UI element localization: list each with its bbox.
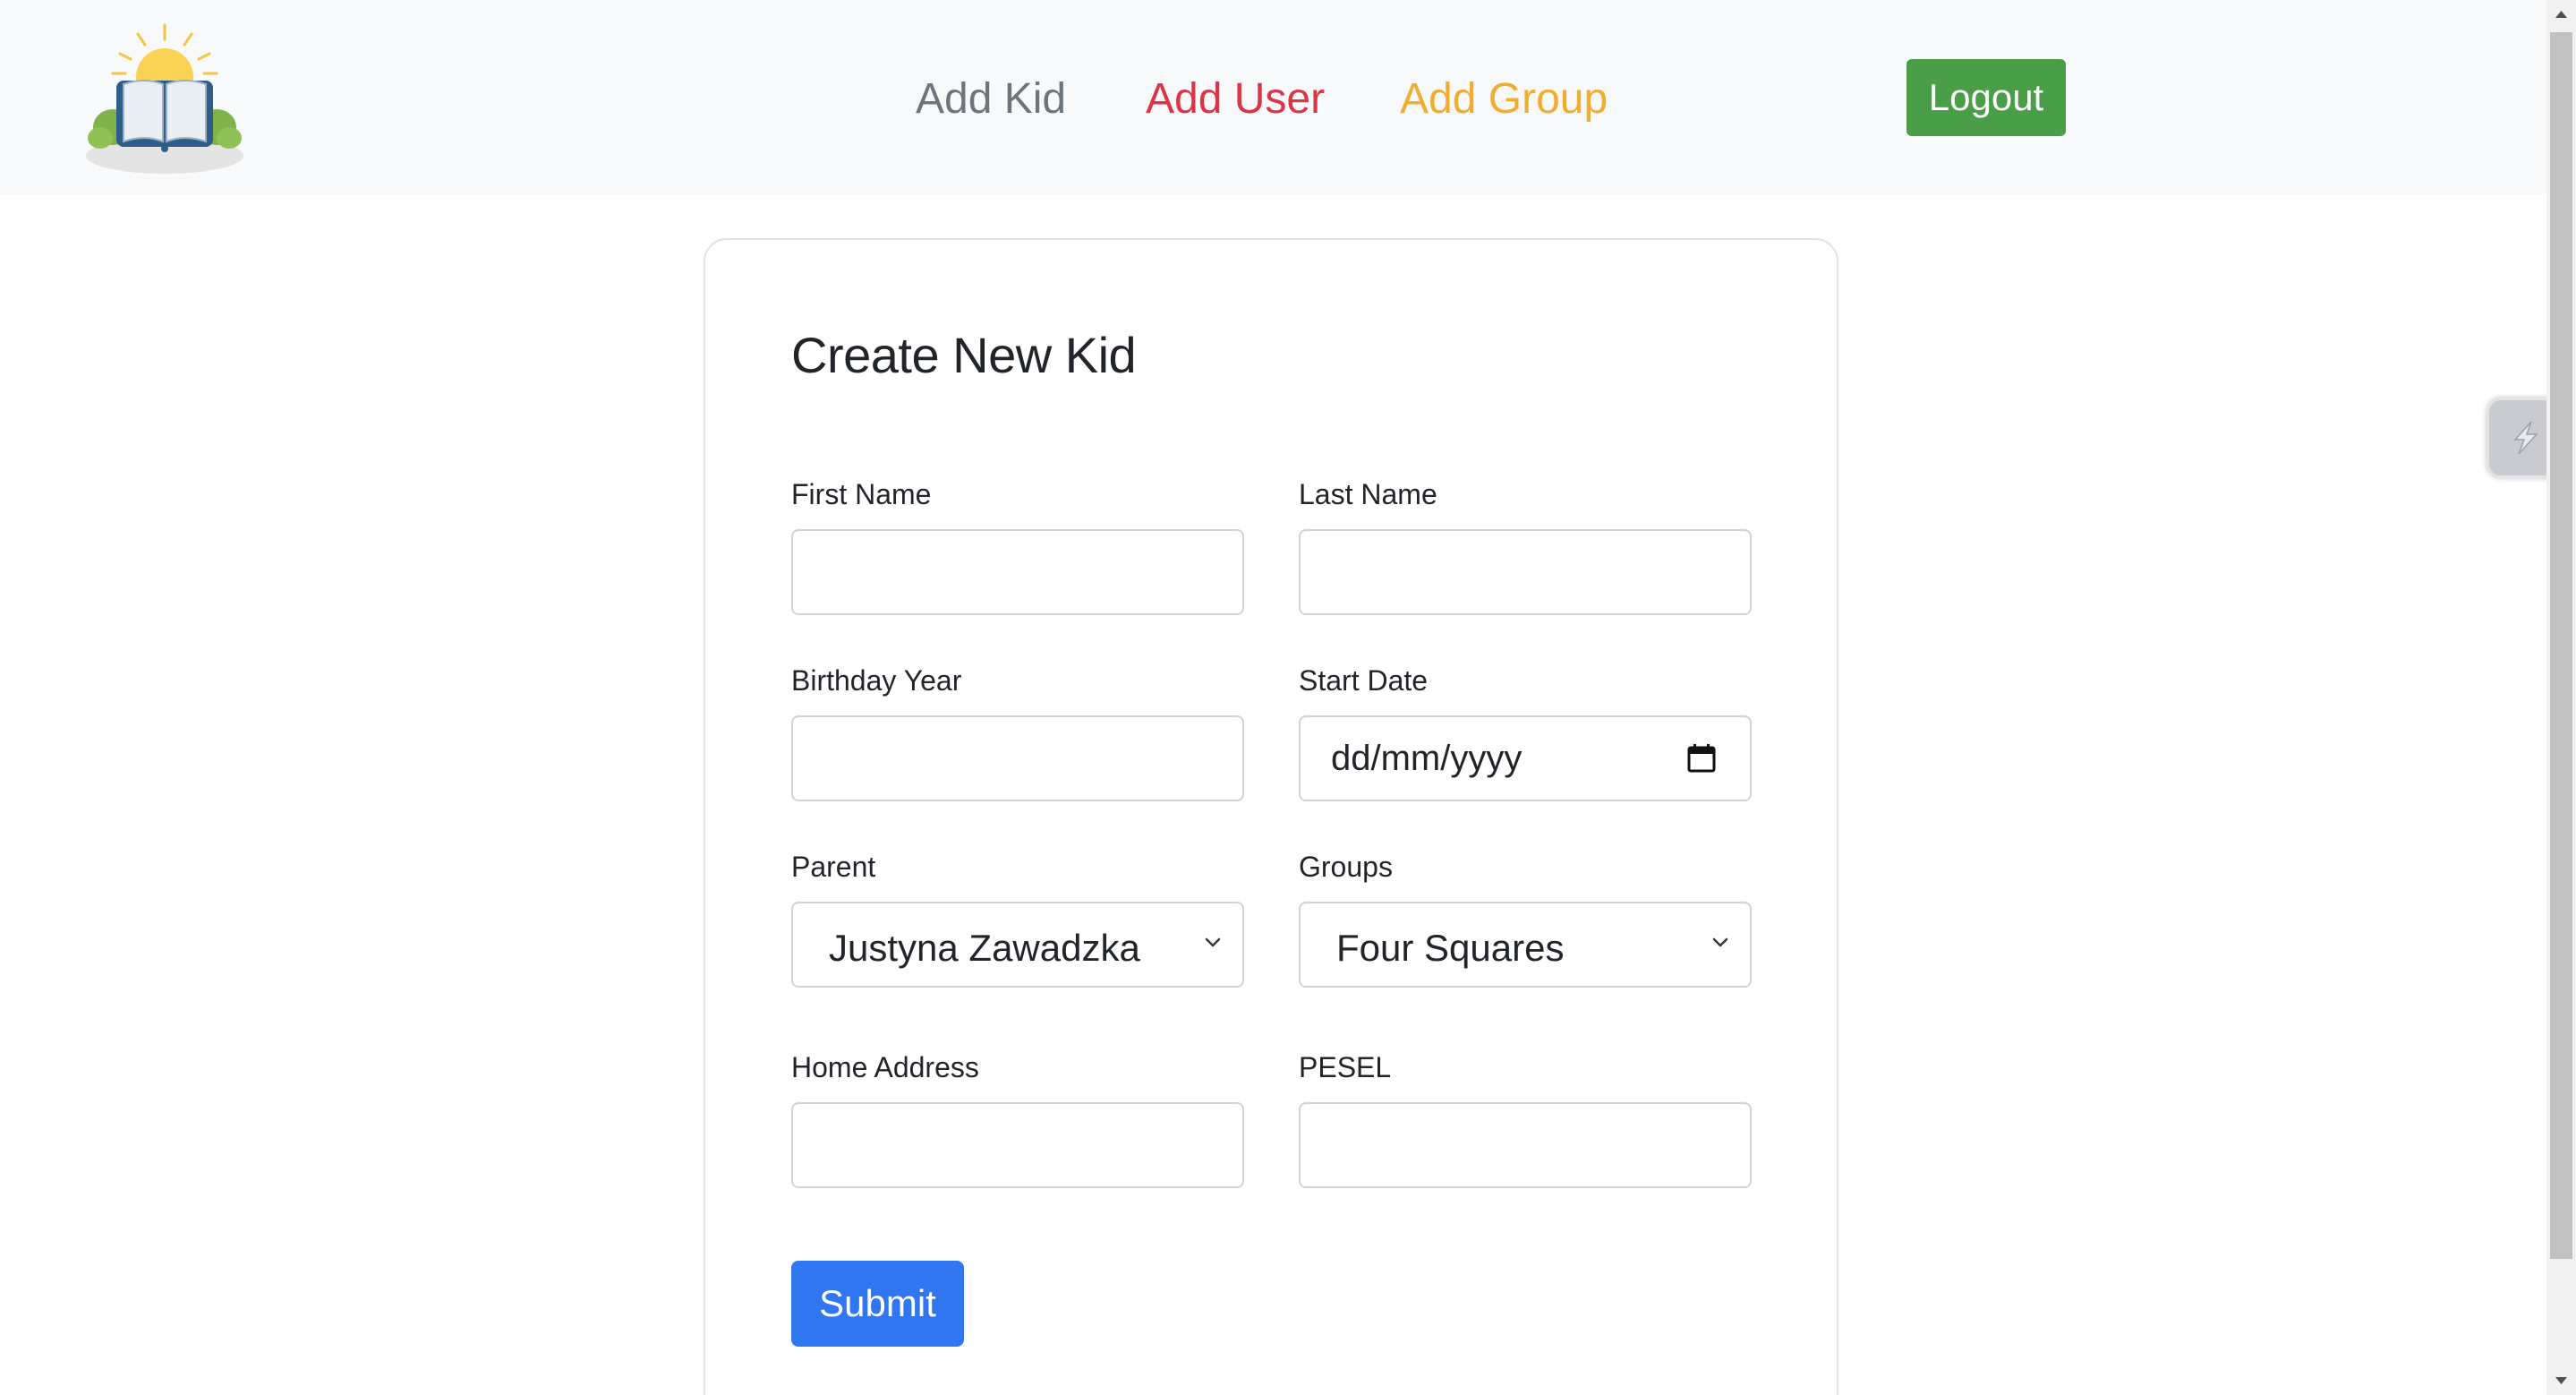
book-sun-logo-icon[interactable]: [82, 21, 247, 174]
parent-select[interactable]: Justyna Zawadzka: [791, 902, 1244, 988]
scroll-down-arrow-icon[interactable]: [2546, 1366, 2576, 1395]
home-address-input[interactable]: [791, 1102, 1244, 1188]
chevron-down-icon: [1712, 937, 1728, 947]
logout-button[interactable]: Logout: [1906, 59, 2066, 136]
calendar-icon[interactable]: [1685, 742, 1718, 775]
chevron-down-icon: [1205, 937, 1221, 947]
groups-selected-value: Four Squares: [1336, 927, 1565, 969]
groups-label: Groups: [1299, 851, 1393, 883]
groups-select[interactable]: Four Squares: [1299, 902, 1752, 988]
first-name-input[interactable]: [791, 529, 1244, 615]
pesel-label: PESEL: [1299, 1051, 1392, 1083]
home-address-label: Home Address: [791, 1051, 979, 1083]
page: Add Kid Add User Add Group Logout Create…: [0, 0, 2576, 1395]
start-date-field: [1299, 715, 1752, 801]
pesel-input[interactable]: [1299, 1102, 1752, 1188]
parent-label: Parent: [791, 851, 876, 883]
create-kid-card: [704, 238, 1838, 1395]
birthday-year-input[interactable]: [791, 715, 1244, 801]
lightning-icon: [2513, 421, 2538, 455]
nav-link-add-user[interactable]: Add User: [1146, 70, 1325, 129]
parent-selected-value: Justyna Zawadzka: [829, 927, 1140, 969]
start-date-input[interactable]: [1299, 715, 1752, 801]
last-name-label: Last Name: [1299, 478, 1437, 510]
nav-link-add-group[interactable]: Add Group: [1400, 70, 1608, 129]
page-title: Create New Kid: [791, 327, 1137, 383]
first-name-label: First Name: [791, 478, 932, 510]
last-name-input[interactable]: [1299, 529, 1752, 615]
scroll-up-arrow-icon[interactable]: [2546, 0, 2576, 29]
birthday-year-label: Birthday Year: [791, 664, 962, 697]
submit-button[interactable]: Submit: [791, 1261, 964, 1347]
vertical-scrollbar[interactable]: [2546, 0, 2576, 1395]
scrollbar-thumb[interactable]: [2550, 32, 2572, 1259]
navbar: Add Kid Add User Add Group Logout: [0, 0, 2546, 194]
start-date-label: Start Date: [1299, 664, 1429, 697]
nav-link-add-kid[interactable]: Add Kid: [916, 70, 1066, 129]
